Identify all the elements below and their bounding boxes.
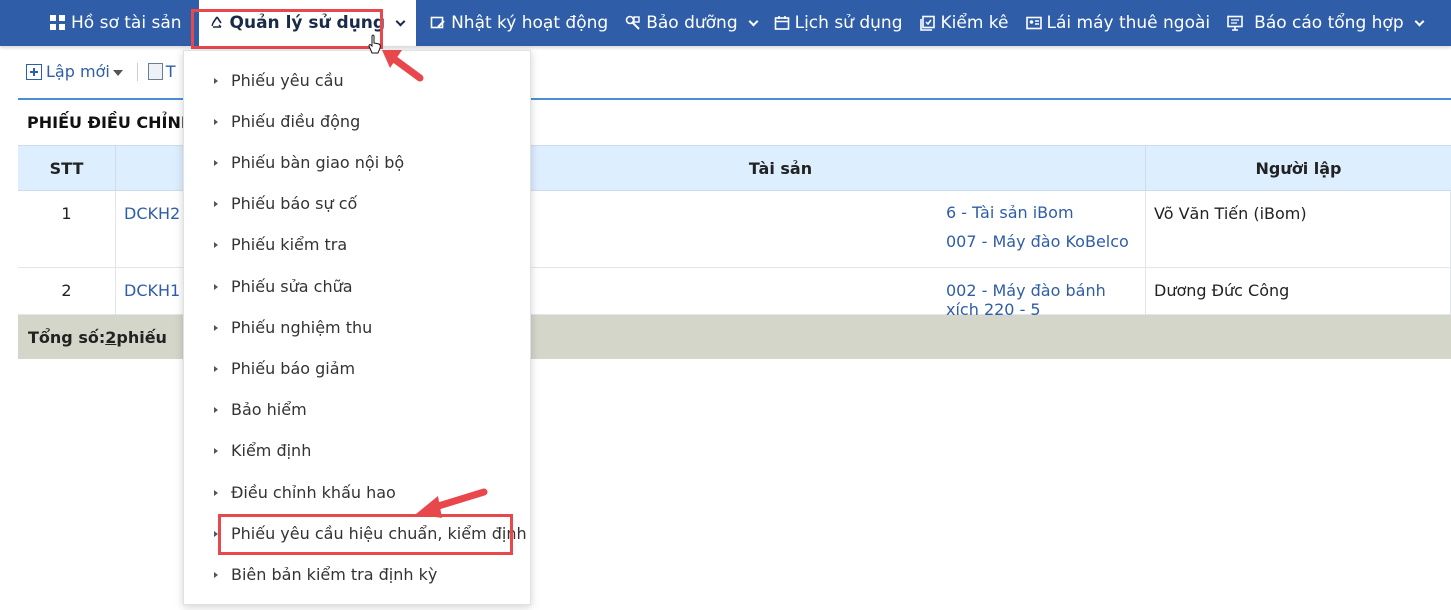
- menu-item-bao-hiem[interactable]: Bảo hiểm: [184, 389, 530, 430]
- calendar-icon: [774, 15, 790, 31]
- menu-item-label: Phiếu kiểm tra: [231, 235, 348, 254]
- bullet-icon: [214, 159, 218, 166]
- chevron-down-icon: [1414, 16, 1425, 26]
- bullet-icon: [214, 489, 218, 496]
- nav-kiem-ke[interactable]: Kiểm kê: [919, 0, 1018, 46]
- nav-label: Lái máy thuê ngoài: [1046, 13, 1211, 33]
- menu-item-phieu-kiem-tra[interactable]: Phiếu kiểm tra: [184, 224, 530, 265]
- menu-item-label: Phiếu yêu cầu: [231, 71, 344, 90]
- top-nav: Hồ sơ tài sản Quản lý sử dụng Nhật ký ho…: [0, 0, 1451, 46]
- menu-item-label: Phiếu sửa chữa: [231, 277, 353, 296]
- nav-label: Quản lý sử dụng: [229, 13, 386, 33]
- header-stt: STT: [18, 146, 116, 190]
- bullet-icon: [214, 365, 218, 372]
- nav-nhat-ky-hoat-dong[interactable]: Nhật ký hoạt động: [430, 0, 617, 46]
- total-suffix: phiếu: [116, 327, 167, 347]
- asset-link[interactable]: 002 - Máy đào bánh xích 220 - 5: [946, 281, 1106, 319]
- nav-bao-cao-tong-hop[interactable]: Báo cáo tổng hợp: [1227, 0, 1431, 46]
- header-creator: Người lập: [1255, 158, 1342, 178]
- menu-item-phieu-sua-chua[interactable]: Phiếu sửa chữa: [184, 266, 530, 307]
- nav-label: Lịch sử dụng: [794, 13, 903, 33]
- plus-icon: [26, 63, 42, 80]
- bullet-icon: [214, 77, 218, 84]
- menu-item-phieu-bao-giam[interactable]: Phiếu báo giảm: [184, 348, 530, 389]
- menu-item-phieu-yeu-cau-hieu-chuan[interactable]: Phiếu yêu cầu hiệu chuẩn, kiểm định: [184, 513, 530, 554]
- nav-bao-duong[interactable]: Bảo dưỡng: [625, 0, 765, 46]
- menu-item-dieu-chinh-khau-hao[interactable]: Điều chỉnh khấu hao: [184, 472, 530, 513]
- asset-link[interactable]: 6 - Tài sản iBom: [946, 198, 1137, 227]
- document-search-icon[interactable]: [147, 63, 163, 80]
- menu-item-label: Kiểm định: [231, 441, 312, 460]
- bullet-icon: [214, 530, 218, 537]
- nav-lich-su-dung[interactable]: Lịch sử dụng: [774, 0, 912, 46]
- nav-label: Báo cáo tổng hợp: [1254, 13, 1404, 33]
- menu-item-phieu-bao-su-co[interactable]: Phiếu báo sự cố: [184, 183, 530, 224]
- menu-item-label: Phiếu nghiệm thu: [231, 318, 373, 337]
- nav-label: Bảo dưỡng: [646, 13, 738, 33]
- checklist-icon: [919, 15, 936, 31]
- row-stt: 1: [18, 191, 116, 267]
- nav-label: Nhật ký hoạt động: [451, 13, 609, 33]
- toolbar-second-label[interactable]: T: [166, 62, 176, 81]
- total-prefix: Tổng số:: [28, 327, 106, 347]
- menu-item-phieu-nghiem-thu[interactable]: Phiếu nghiệm thu: [184, 307, 530, 348]
- edit-icon: [430, 15, 446, 31]
- chevron-down-icon: [748, 16, 759, 26]
- menu-item-label: Bảo hiểm: [231, 400, 307, 419]
- quan-ly-su-dung-dropdown: Phiếu yêu cầu Phiếu điều động Phiếu bàn …: [183, 50, 531, 605]
- grid-icon: [50, 15, 66, 31]
- nav-quan-ly-su-dung[interactable]: Quản lý sử dụng: [198, 0, 417, 46]
- page-title: PHIẾU ĐIỀU CHỈNH: [27, 113, 195, 132]
- row-stt: 2: [18, 268, 116, 314]
- bullet-icon: [214, 447, 218, 454]
- bullet-icon: [214, 324, 218, 331]
- wrench-icon: [625, 15, 641, 31]
- total-count: 2: [105, 327, 117, 347]
- row-creator: Võ Văn Tiến (iBom): [1146, 191, 1451, 267]
- id-card-icon: [1025, 15, 1042, 31]
- menu-item-label: Phiếu báo sự cố: [231, 194, 358, 213]
- caret-down-icon[interactable]: [112, 69, 123, 76]
- menu-item-kiem-dinh[interactable]: Kiểm định: [184, 430, 530, 471]
- bullet-icon: [214, 406, 218, 413]
- bullet-icon: [214, 283, 218, 290]
- toolbar-separator: [136, 62, 138, 81]
- toolbar: Lập mới T: [26, 62, 176, 81]
- nav-label: Hồ sơ tài sản: [71, 13, 182, 33]
- menu-item-label: Điều chỉnh khấu hao: [231, 483, 396, 502]
- bullet-icon: [214, 200, 218, 207]
- menu-item-label: Phiếu điều động: [231, 112, 361, 131]
- new-button[interactable]: Lập mới: [46, 62, 110, 81]
- menu-item-label: Phiếu báo giảm: [231, 359, 356, 378]
- menu-item-label: Biên bản kiểm tra định kỳ: [231, 565, 438, 584]
- asset-link[interactable]: 007 - Máy đào KoBelco: [946, 227, 1137, 256]
- menu-item-label: Phiếu yêu cầu hiệu chuẩn, kiểm định: [231, 524, 527, 543]
- recycle-icon: [209, 15, 225, 31]
- nav-ho-so-tai-san[interactable]: Hồ sơ tài sản: [50, 0, 191, 46]
- bullet-icon: [214, 241, 218, 248]
- nav-label: Kiểm kê: [940, 13, 1009, 33]
- nav-lai-may-thue-ngoai[interactable]: Lái máy thuê ngoài: [1025, 0, 1220, 46]
- chevron-down-icon: [395, 16, 406, 26]
- bullet-icon: [214, 118, 218, 125]
- menu-item-bien-ban-kiem-tra[interactable]: Biên bản kiểm tra định kỳ: [184, 554, 530, 595]
- row-creator: Dương Đức Công: [1146, 268, 1451, 314]
- menu-item-phieu-ban-giao[interactable]: Phiếu bàn giao nội bộ: [184, 142, 530, 183]
- monitor-icon: [1227, 15, 1243, 31]
- menu-item-phieu-dieu-dong[interactable]: Phiếu điều động: [184, 101, 530, 142]
- menu-item-label: Phiếu bàn giao nội bộ: [231, 153, 405, 172]
- menu-item-phieu-yeu-cau[interactable]: Phiếu yêu cầu: [184, 60, 530, 101]
- bullet-icon: [214, 571, 218, 578]
